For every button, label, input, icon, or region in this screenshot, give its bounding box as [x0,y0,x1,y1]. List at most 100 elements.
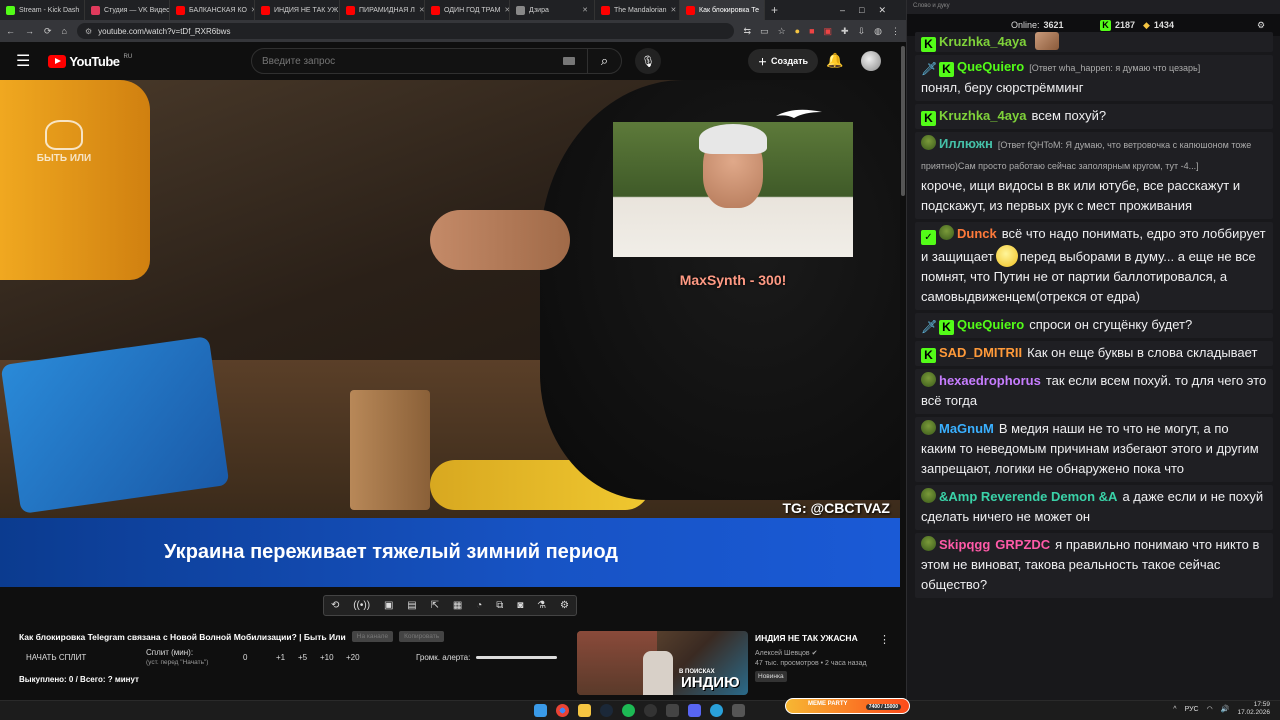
back-icon[interactable]: ← [6,26,15,36]
broadcast-icon[interactable]: ((•)) [353,600,370,611]
browser-tab[interactable]: Студия — VK Видео✕ [85,0,170,20]
clock[interactable]: 17:59 17.02.2026 [1237,701,1270,717]
browser-tab[interactable]: БАЛКАНСКАЯ КО✕ [170,0,255,20]
resize-icon[interactable]: ⇱ [431,600,439,611]
home-icon[interactable]: ⌂ [62,26,67,36]
volume-icon[interactable]: 🔊 [1221,705,1230,713]
recommended-title[interactable]: ИНДИЯ НЕ ТАК УЖАСНА [755,633,858,643]
obs-icon[interactable] [644,704,657,717]
meme-party-widget[interactable]: MEME PARTY 7400 / 15000 [785,698,910,714]
speed-gauge-icon[interactable]: ◔ [476,600,482,611]
profile-icon[interactable]: ◍ [874,26,882,37]
app-icon-3[interactable] [732,704,745,717]
chat-username[interactable]: Kruzhka_4aya [939,34,1026,49]
chat-username[interactable]: hexaedrophorus [939,373,1041,388]
tab-close-icon[interactable]: ✕ [419,6,424,14]
browser-tab[interactable]: ПИРАМИДНАЯ Л ✕ [340,0,425,20]
browser-tab[interactable]: ИНДИЯ НЕ ТАК УЖ✕ [255,0,340,20]
browser-tab[interactable]: The Mandalorian ✕ [595,0,680,20]
keyboard-icon[interactable] [563,57,575,65]
site-info-icon[interactable]: ⚙ [85,27,92,36]
youtube-logo[interactable]: YouTube RU [48,54,132,69]
screenshot-edit-icon[interactable]: ⧉ [496,600,503,611]
split-value[interactable]: 0 [243,653,247,662]
app-icon-2[interactable] [688,704,701,717]
app-icon-1[interactable] [666,704,679,717]
folder-icon[interactable] [578,704,591,717]
chat-username-secondary[interactable]: GRPZDC [995,537,1050,552]
screen-eye-icon[interactable]: ▣ [384,600,393,611]
extension-icon-1[interactable]: ● [795,26,800,36]
download-icon[interactable]: ⇩ [858,26,866,37]
kick-badge-icon: K [921,348,936,363]
increment-10-button[interactable]: +10 [320,653,334,662]
captions-icon[interactable]: ▦ [453,600,462,611]
extension-icon-2[interactable]: ■ [809,26,814,36]
chrome-icon[interactable] [556,704,569,717]
start-split-button[interactable]: НАЧАТЬ СПЛИТ [26,653,86,662]
maximize-icon[interactable]: □ [859,5,864,15]
chat-username[interactable]: QueQuiero [957,317,1024,332]
camera-icon[interactable]: ◙ [517,600,523,611]
puzzle-icon[interactable]: ✚ [841,26,849,37]
loop-icon[interactable]: ⟲ [331,600,339,611]
browser-tab[interactable]: ОДИН ГОД ТРАМ ✕ [425,0,510,20]
cast-icon[interactable]: ▭ [760,26,769,37]
settings-gear-icon[interactable]: ⚙ [560,600,569,611]
increment-5-button[interactable]: +5 [298,653,307,662]
tab-close-icon[interactable]: ✕ [582,6,588,14]
avatar[interactable] [861,51,881,71]
reload-icon[interactable]: ⟳ [44,26,52,37]
steam-icon[interactable] [600,704,613,717]
browser-tab[interactable]: Как блокировка Те✕ [680,0,765,20]
video-player[interactable]: БЫТЬ ИЛИ MaxSynth - 300! TG: @CBCTVAZ Ук… [0,80,900,587]
film-icon[interactable]: ▤ [407,600,416,611]
browser-tab[interactable]: Дзира ✕ [510,0,595,20]
spotify-icon[interactable] [622,704,635,717]
more-options-icon[interactable]: ⋮ [879,633,890,646]
tab-close-icon[interactable]: ✕ [671,6,677,14]
recommended-video[interactable]: В ПОИСКАХ ИНДИЮ ИНДИЯ НЕ ТАК УЖАСНА Алек… [577,631,897,695]
create-button[interactable]: ＋ Создать [748,49,818,73]
extensions-area: ⇆ ▭ ☆ ● ■ ▣ ✚ ⇩ ◍ ⋮ [744,26,900,37]
flask-icon[interactable]: ⚗ [537,600,546,611]
chat-username[interactable]: Dunck [957,226,997,241]
chip-copy[interactable]: Копировать [399,631,445,642]
chat-username[interactable]: SAD_DMITRII [939,345,1022,360]
url-field[interactable]: ⚙ youtube.com/watch?v=tDf_RXR6bws [76,23,734,39]
page-scrollbar[interactable] [901,46,905,196]
start-icon[interactable] [534,704,547,717]
search-input[interactable] [252,55,563,67]
minimize-icon[interactable]: – [840,5,845,15]
browser-tab[interactable]: Stream - Kick Dash✕ [0,0,85,20]
new-tab-button[interactable]: + [765,3,784,17]
menu-dots-icon[interactable]: ⋮ [891,26,900,37]
chat-username[interactable]: Иллюжн [939,136,993,151]
recommended-thumbnail[interactable]: В ПОИСКАХ ИНДИЮ [577,631,748,695]
telegram-icon[interactable] [710,704,723,717]
chat-settings-icon[interactable]: ⚙ [1257,20,1265,31]
increment-1-button[interactable]: +1 [276,653,285,662]
notifications-bell-icon[interactable]: 🔔 [826,52,843,69]
voice-search-button[interactable]: 🎙 [635,48,661,74]
translate-icon[interactable]: ⇆ [744,26,752,37]
close-icon[interactable]: ✕ [878,5,886,16]
tray-chevron-icon[interactable]: ^ [1173,706,1176,713]
forward-icon[interactable]: → [25,26,34,36]
bookmark-star-icon[interactable]: ☆ [778,26,786,37]
chat-username[interactable]: Skipqgg [939,537,990,552]
wifi-icon[interactable]: ◠ [1207,705,1213,713]
increment-20-button[interactable]: +20 [346,653,360,662]
search-button[interactable]: ⌕ [587,49,621,73]
menu-icon[interactable]: ☰ [16,51,30,71]
thumb-big-text: ИНДИЮ [681,674,740,691]
chat-username[interactable]: Kruzhka_4aya [939,108,1026,123]
chat-username[interactable]: &Amp Reverende Demon &A [939,489,1117,504]
language-indicator[interactable]: РУС [1185,706,1199,713]
recommended-channel[interactable]: Алексей Шевцов ✔ [755,649,817,657]
chat-username[interactable]: QueQuiero [957,59,1024,74]
alert-volume-slider[interactable] [476,656,557,659]
chat-username[interactable]: MaGnuM [939,421,994,436]
chip-on-channel[interactable]: На канале [351,631,394,642]
extension-icon-3[interactable]: ▣ [824,26,833,37]
